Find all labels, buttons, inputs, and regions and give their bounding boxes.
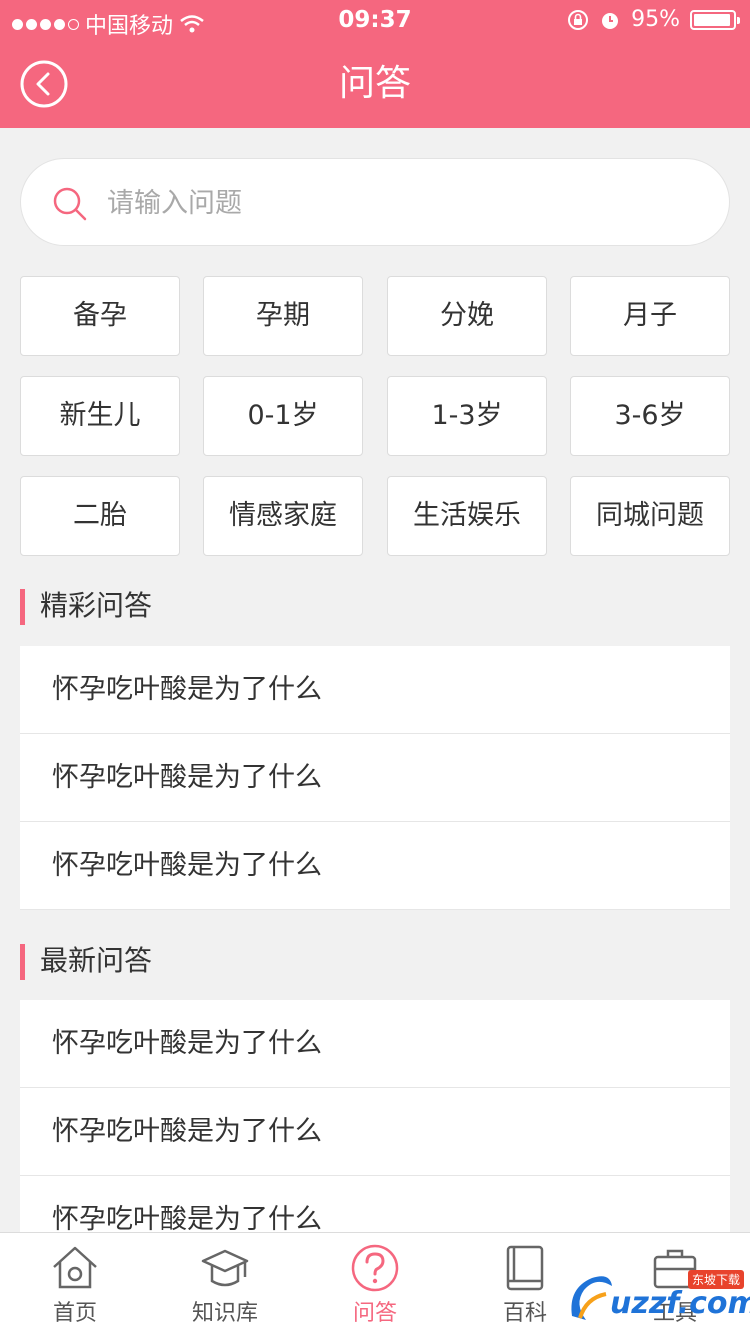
list-item[interactable]: 怀孕吃叶酸是为了什么 (20, 1000, 730, 1088)
featured-section-title: 精彩问答 (20, 587, 152, 625)
search-bar[interactable] (20, 158, 730, 246)
latest-list: 怀孕吃叶酸是为了什么 怀孕吃叶酸是为了什么 怀孕吃叶酸是为了什么 (20, 1000, 730, 1264)
alarm-icon (602, 12, 619, 29)
battery-percent: 95% (631, 7, 680, 32)
category-newborn-button[interactable]: 新生儿 (20, 376, 180, 456)
question-icon (351, 1244, 399, 1292)
graduation-cap-icon (201, 1249, 249, 1287)
tab-qa[interactable]: 问答 (300, 1233, 450, 1334)
featured-list: 怀孕吃叶酸是为了什么 怀孕吃叶酸是为了什么 怀孕吃叶酸是为了什么 (20, 646, 730, 910)
watermark-badge: 东坡下载 (688, 1270, 745, 1289)
category-1-3-button[interactable]: 1-3岁 (387, 376, 547, 456)
list-item[interactable]: 怀孕吃叶酸是为了什么 (20, 646, 730, 734)
tab-knowledge[interactable]: 知识库 (150, 1233, 300, 1334)
category-second-child-button[interactable]: 二胎 (20, 476, 180, 556)
list-item[interactable]: 怀孕吃叶酸是为了什么 (20, 1088, 730, 1176)
search-input[interactable] (107, 179, 687, 227)
category-yuezi-button[interactable]: 月子 (570, 276, 730, 356)
latest-section-title: 最新问答 (20, 942, 152, 980)
category-family-button[interactable]: 情感家庭 (203, 476, 363, 556)
watermark-swoosh-icon (571, 1276, 612, 1320)
list-item[interactable]: 怀孕吃叶酸是为了什么 (20, 734, 730, 822)
status-right: 95% (567, 7, 740, 32)
category-0-1-button[interactable]: 0-1岁 (203, 376, 363, 456)
rotation-lock-icon (568, 9, 589, 30)
category-yunqi-button[interactable]: 孕期 (203, 276, 363, 356)
category-local-button[interactable]: 同城问题 (570, 476, 730, 556)
tab-knowledge-label: 知识库 (191, 1301, 258, 1326)
tab-home[interactable]: 首页 (0, 1233, 150, 1334)
status-bar: 中国移动 09:37 95% (0, 0, 750, 40)
list-item[interactable]: 怀孕吃叶酸是为了什么 (20, 822, 730, 910)
tab-home-label: 首页 (52, 1301, 97, 1326)
watermark-text: uzzf.com (610, 1286, 750, 1321)
battery-icon (690, 9, 740, 30)
home-icon (53, 1246, 97, 1289)
book-icon (506, 1245, 544, 1291)
category-fenmian-button[interactable]: 分娩 (387, 276, 547, 356)
search-icon (53, 187, 87, 221)
category-lifestyle-button[interactable]: 生活娱乐 (387, 476, 547, 556)
category-3-6-button[interactable]: 3-6岁 (570, 376, 730, 456)
tab-qa-label: 问答 (352, 1301, 397, 1326)
top-bar: 中国移动 09:37 95% 问答 (0, 0, 750, 128)
watermark-logo: uzzf.com 东坡下载 (566, 1268, 750, 1330)
page-title: 问答 (338, 63, 411, 104)
category-beiyun-button[interactable]: 备孕 (20, 276, 180, 356)
